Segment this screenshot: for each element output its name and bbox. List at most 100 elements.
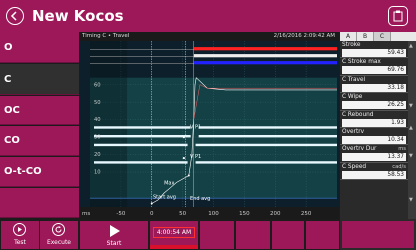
result-item[interactable]: Overtrv Dur ms 13.37 [340,145,408,163]
chart-blue-trace [193,61,337,65]
chart-pretrigger-region [90,41,128,207]
operation-o-t-co-button[interactable]: O-t-CO [0,157,79,187]
result-value: 13.37 [342,153,406,162]
play-circle-icon [13,223,26,236]
execute-button[interactable]: Execute [40,221,78,249]
bottom-slot-4[interactable] [306,221,339,249]
result-item[interactable]: C Speed cad/s 58.53 [340,163,408,181]
result-value: 58.53 [342,170,406,179]
result-value: 1.93 [342,118,406,127]
results-tab-c[interactable]: C [374,32,391,41]
operation-co-button[interactable]: CO [0,126,79,156]
chart-annotation: Max [164,180,174,186]
test-button-label: Test [14,239,26,246]
chart-bar-trace [198,126,337,129]
result-unit: cad/s [392,163,406,170]
chart-y-tick-label: 40 [94,117,101,123]
scroll-down-icon[interactable]: ▼ [409,197,413,203]
result-label: C Speed [342,163,367,170]
timing-chart[interactable]: V P1 V P1 Max Start avg End avg 10 20 30 40 50 60 m… [80,41,339,219]
chart-x-tick-label: 200 [270,211,281,217]
chart-point [182,136,185,139]
chart-annotation: End avg [190,196,210,202]
report-button[interactable] [388,6,408,26]
result-label: Overtrv Dur [342,146,377,153]
bottom-slot-3[interactable] [272,221,304,249]
chart-x-tick-label: 0 [150,211,154,217]
chart-x-tick-label: 100 [208,211,219,217]
chart-y-tick-label: 10 [94,170,101,176]
results-tabs: ABC [340,32,416,41]
results-tab-a[interactable]: A [340,32,357,41]
operation-oc-button[interactable]: OC [0,96,79,125]
result-item[interactable]: C Travel 33.18 [340,76,408,94]
result-label: C Stroke max [342,59,381,66]
results-footer [340,219,416,250]
chart-bar-trace [94,135,191,138]
chart-bar-trace [94,143,188,147]
chart-y-tick-label: 60 [94,82,101,88]
bottom-bar: Start 4:00:54 AM [80,219,339,250]
title-bar: New Kocos [0,0,416,32]
scroll-up-icon[interactable]: ▲ [409,43,413,49]
timer-display: 4:00:54 AM [150,221,198,249]
result-value: 59.43 [342,49,406,57]
back-button[interactable] [6,7,24,25]
result-item[interactable]: Overtrv 10.34 [340,128,408,146]
bottom-left-bar: Test Execute [0,219,79,250]
scroll-up-icon[interactable]: ▲ [409,125,413,131]
app-title: New Kocos [32,7,124,25]
results-footer-button[interactable] [342,221,414,248]
start-button-label: Start [106,240,122,247]
result-label: C Travel [342,76,366,83]
chart-y-tick-label: 50 [94,100,101,106]
chart-annotation: Start avg [153,194,176,200]
chart-x-tick-label: -50 [116,211,125,217]
chart-bar-trace [94,126,191,129]
chart-white-trace [193,54,337,58]
scroll-down-icon[interactable]: ▼ [409,153,413,159]
chart-x-unit-label: ms [82,211,90,217]
chart-point [150,202,153,205]
bottom-slot-2[interactable] [236,221,270,249]
chart-title: Timing C • Travel [82,33,130,39]
result-value: 33.18 [342,83,406,92]
chart-point [182,156,185,160]
start-button[interactable]: Start [80,221,148,249]
result-item[interactable]: Stroke 59.43 [340,41,408,59]
results-tab-b[interactable]: B [357,32,374,41]
result-item[interactable]: C Stroke max 69.76 [340,58,408,76]
result-unit: ms [398,146,406,153]
chart-annotation: V P1 [190,124,201,130]
result-label: C Rebound [342,111,374,118]
result-label: Stroke [342,42,361,48]
chart-timestamp: 2/16/2016 2:09:42 AM [273,33,335,39]
scroll-down-icon[interactable]: ▼ [409,103,413,109]
result-item[interactable]: C Wipe 26.25 [340,93,408,111]
test-button[interactable]: Test [1,221,39,249]
result-label: Overtrv [342,128,365,135]
clipboard-icon [393,10,403,22]
chart-zone-band [90,77,337,199]
time-value: 4:00:54 AM [153,227,195,238]
chart-bar-trace [195,161,337,164]
bottom-slot-1[interactable] [200,221,234,249]
result-item[interactable]: C Rebound 1.93 [340,111,408,128]
chart-x-tick-label: 50 [179,211,186,217]
chart-header: Timing C • Travel 2/16/2016 2:09:42 AM [80,32,339,41]
timer-indicator [150,245,198,249]
result-value: 69.76 [342,66,406,75]
operation-o-button[interactable]: O [0,32,79,63]
result-label: C Wipe [342,94,363,101]
chart-x-tick-label: 150 [239,211,250,217]
arrow-left-icon [10,11,17,21]
chart-bar-trace [94,161,188,164]
chart-y-tick-label: 30 [94,135,101,141]
chart-red-trace [193,47,337,51]
operation-empty-button[interactable] [0,188,79,218]
result-value: 26.25 [342,101,406,110]
operation-c-button[interactable]: C [0,64,79,95]
results-list: Stroke 59.43 C Stroke max 69.76 C Travel 33.1… [340,41,408,181]
results-panel: ABC Stroke 59.43 C Stroke max 69.76 C Travel… [340,32,416,250]
chart-bar-trace [195,143,337,147]
